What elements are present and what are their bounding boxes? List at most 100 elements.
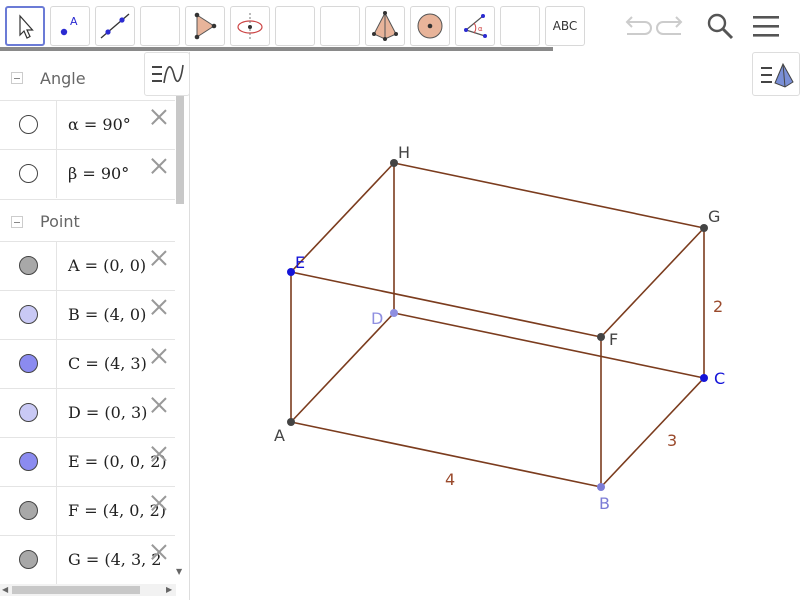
delete-icon[interactable] (150, 248, 168, 266)
item-definition[interactable]: A = (0, 0) (68, 256, 146, 275)
redo-icon (656, 16, 683, 35)
scroll-right-arrow-icon[interactable]: ▶ (166, 585, 172, 594)
pyramid-tool-button[interactable] (185, 6, 225, 46)
visibility-toggle-icon[interactable] (19, 452, 38, 471)
edge-gh[interactable] (393, 162, 705, 229)
delete-icon[interactable] (150, 444, 168, 462)
move-arrow-icon (19, 14, 34, 39)
text-tool-button[interactable]: ABC (545, 6, 585, 46)
point-h[interactable] (390, 159, 398, 167)
marker-cell (0, 242, 57, 290)
item-definition[interactable]: C = (4, 3) (68, 354, 147, 373)
line-tool-button[interactable] (95, 6, 135, 46)
delete-icon[interactable] (150, 156, 168, 174)
item-definition[interactable]: D = (0, 3) (68, 403, 147, 422)
item-definition[interactable]: B = (4, 0) (68, 305, 146, 324)
delete-icon[interactable] (150, 493, 168, 511)
point-label-f[interactable]: F (609, 330, 618, 349)
point-label-h[interactable]: H (398, 143, 410, 162)
algebra-horizontal-scrollbar[interactable] (12, 586, 140, 594)
edge-da[interactable] (290, 312, 395, 423)
geogebra-app: A α ABC Angle α = 90° β = 90° Point A = … (0, 0, 800, 600)
edge-cd[interactable] (393, 312, 705, 379)
algebra-item-point-f[interactable]: F = (4, 0, 2) (0, 486, 175, 535)
delete-icon[interactable] (150, 542, 168, 560)
main-menu-button[interactable] (748, 8, 784, 44)
point-d[interactable] (390, 309, 398, 317)
graphics-3d-view[interactable]: A B C D E F G H 4 3 2 (191, 52, 800, 600)
angle-tool-button[interactable]: α (455, 6, 495, 46)
empty-tool-button[interactable] (140, 6, 180, 46)
line-icon (100, 13, 130, 39)
point-tool-button[interactable]: A (50, 6, 90, 46)
point-label-g[interactable]: G (708, 207, 720, 226)
empty-tool-button-2[interactable] (275, 6, 315, 46)
point-f[interactable] (597, 333, 605, 341)
edge-he[interactable] (290, 162, 395, 273)
graphics-style-button[interactable] (752, 52, 800, 96)
algebra-item-point-b[interactable]: B = (4, 0) (0, 290, 175, 339)
point-c[interactable] (700, 374, 708, 382)
visibility-toggle-icon[interactable] (19, 256, 38, 275)
delete-icon[interactable] (150, 346, 168, 364)
collapse-toggle-icon[interactable] (11, 215, 23, 228)
item-definition[interactable]: β = 90° (68, 164, 129, 183)
point-a[interactable] (287, 418, 295, 426)
algebra-vertical-scrollbar[interactable] (176, 96, 184, 204)
edge-fg[interactable] (600, 227, 705, 338)
visibility-toggle-icon[interactable] (19, 305, 38, 324)
scroll-left-arrow-icon[interactable]: ◀ (2, 585, 8, 594)
edge-label-ab[interactable]: 4 (445, 470, 455, 489)
point-label-d[interactable]: D (371, 309, 383, 328)
algebra-item-beta[interactable]: β = 90° (0, 149, 175, 198)
search-button[interactable] (702, 8, 738, 44)
item-definition[interactable]: G = (4, 3, 2 (68, 550, 161, 569)
point-label-c[interactable]: C (714, 369, 725, 388)
angle-icon: α (464, 14, 487, 38)
algebra-item-point-c[interactable]: C = (4, 3) (0, 339, 175, 388)
algebra-style-button[interactable] (144, 52, 190, 96)
rotate-view-tool-button[interactable] (230, 6, 270, 46)
collapse-toggle-icon[interactable] (11, 72, 23, 84)
undo-button[interactable] (617, 8, 653, 44)
search-icon (707, 13, 734, 40)
delete-icon[interactable] (150, 395, 168, 413)
toolbar-scrollbar[interactable] (0, 47, 553, 51)
point-e[interactable] (287, 268, 295, 276)
algebra-item-point-d[interactable]: D = (0, 3) (0, 388, 175, 437)
group-header-point[interactable]: Point (0, 199, 175, 243)
graphics-3d-toggle-icon (761, 62, 794, 88)
point-g[interactable] (700, 224, 708, 232)
visibility-toggle-icon[interactable] (19, 115, 38, 134)
point-label-e[interactable]: E (295, 253, 305, 272)
visibility-toggle-icon[interactable] (19, 550, 38, 569)
visibility-toggle-icon[interactable] (19, 501, 38, 520)
point-label-b[interactable]: B (599, 494, 610, 513)
algebra-item-point-a[interactable]: A = (0, 0) (0, 241, 175, 290)
scroll-down-arrow-icon[interactable]: ▼ (176, 567, 182, 576)
delete-icon[interactable] (150, 297, 168, 315)
empty-tool-button-3[interactable] (320, 6, 360, 46)
edge-label-bc[interactable]: 3 (667, 431, 677, 450)
visibility-toggle-icon[interactable] (19, 403, 38, 422)
visibility-toggle-icon[interactable] (19, 164, 38, 183)
edge-bc[interactable] (600, 377, 705, 488)
point-label-a[interactable]: A (274, 426, 285, 445)
undo-icon (625, 16, 652, 35)
visibility-toggle-icon[interactable] (19, 354, 38, 373)
empty-tool-button-4[interactable] (500, 6, 540, 46)
point-b[interactable] (597, 483, 605, 491)
item-definition[interactable]: α = 90° (68, 115, 131, 134)
edge-label-cg[interactable]: 2 (713, 297, 723, 316)
hamburger-menu-icon (753, 16, 779, 37)
sphere-tool-button[interactable] (410, 6, 450, 46)
redo-button[interactable] (655, 8, 691, 44)
delete-icon[interactable] (150, 107, 168, 125)
move-tool-button[interactable] (5, 6, 45, 46)
edge-ef[interactable] (290, 271, 602, 338)
marker-cell (0, 487, 57, 535)
algebra-item-alpha[interactable]: α = 90° (0, 100, 175, 149)
tetrahedron-tool-button[interactable] (365, 6, 405, 46)
algebra-item-point-g[interactable]: G = (4, 3, 2 (0, 535, 175, 584)
algebra-item-point-e[interactable]: E = (0, 0, 2) (0, 437, 175, 486)
